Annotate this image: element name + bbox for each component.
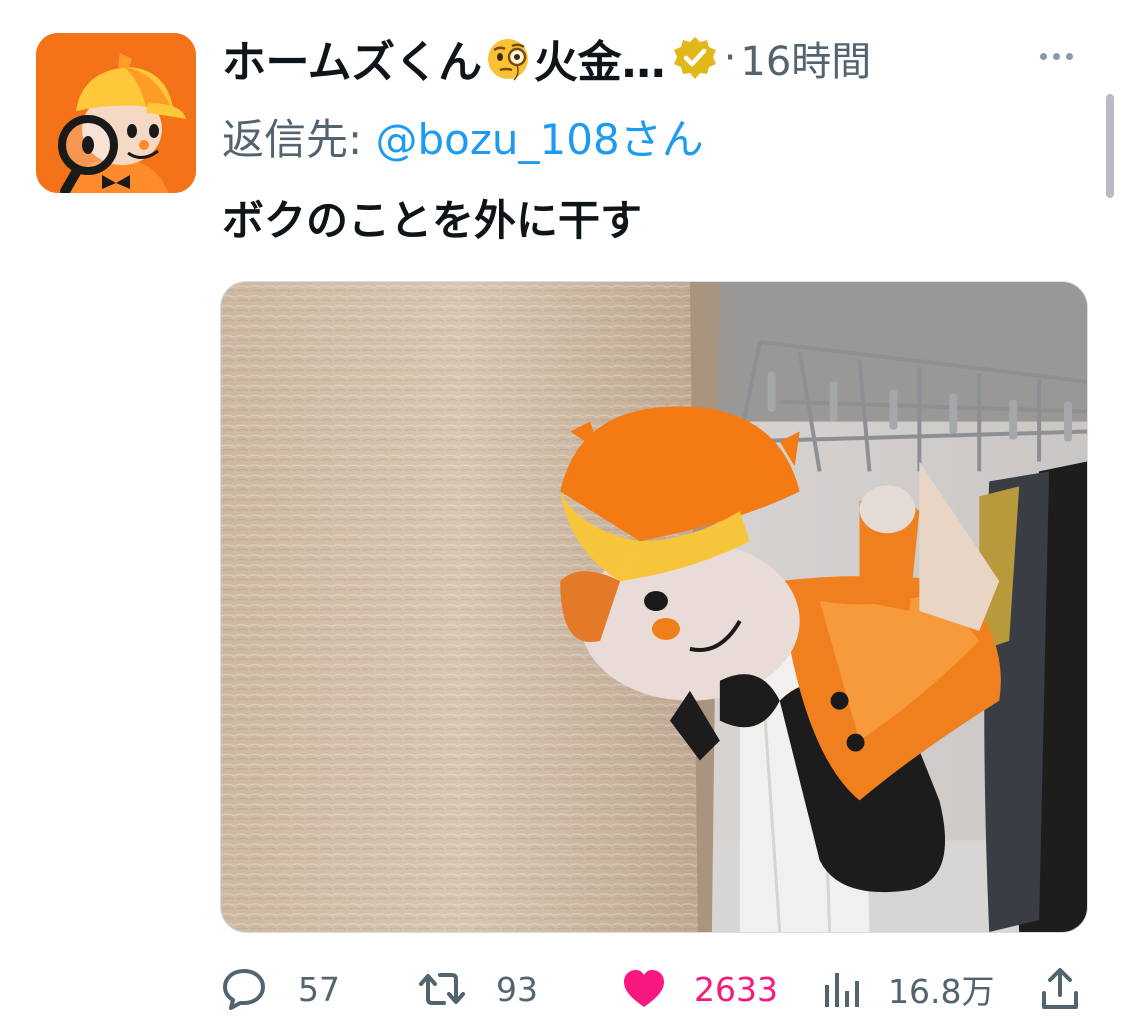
verified-badge-icon[interactable]	[672, 35, 718, 81]
retweet-icon	[419, 973, 465, 1005]
reply-count: 57	[298, 969, 340, 1009]
reply-bubble-icon	[223, 969, 265, 1010]
avatar[interactable]	[36, 33, 196, 193]
more-dot	[1052, 52, 1060, 60]
retweet-count: 93	[496, 969, 538, 1009]
share-icon	[1042, 968, 1078, 1009]
mascot-avatar-icon	[36, 33, 196, 193]
reply-prefix: 返信先:	[222, 115, 376, 164]
action-bar: 57 93 2633 16.8万	[220, 962, 1090, 1018]
separator-dot: ·	[723, 35, 737, 81]
tweet-header: ホームズくん 火金… · 16時間	[222, 29, 1094, 88]
views-count: 16.8万	[888, 972, 995, 1011]
reply-handle-link[interactable]: @bozu_108さん	[376, 115, 704, 164]
views-button[interactable]: 16.8万	[818, 962, 994, 1016]
like-count: 2633	[694, 969, 778, 1009]
tweet-card: ホームズくん 火金… · 16時間 返信先: @bozu_108さん ボクのこと…	[0, 0, 1124, 1021]
photo-image	[221, 282, 1087, 932]
more-dot	[1065, 52, 1073, 60]
face-with-monocle-icon	[487, 39, 528, 81]
analytics-bars-icon	[825, 973, 859, 1007]
reply-button[interactable]: 57	[220, 962, 340, 1016]
tweet-text: ボクのことを外に干す	[222, 196, 643, 245]
scrollbar[interactable]	[1106, 94, 1114, 198]
more-options-icon[interactable]	[1026, 38, 1086, 74]
display-name[interactable]: ホームズくん	[222, 26, 482, 90]
share-button[interactable]	[1036, 962, 1084, 1016]
display-name-suffix[interactable]: 火金…	[534, 26, 666, 90]
heart-icon	[624, 970, 664, 1007]
reply-context: 返信先: @bozu_108さん	[222, 106, 704, 167]
like-button[interactable]: 2633	[620, 962, 778, 1016]
tweet-photo[interactable]	[220, 281, 1088, 933]
timestamp[interactable]: 16時間	[740, 29, 871, 87]
retweet-button[interactable]: 93	[418, 962, 538, 1016]
more-dot	[1039, 52, 1047, 60]
